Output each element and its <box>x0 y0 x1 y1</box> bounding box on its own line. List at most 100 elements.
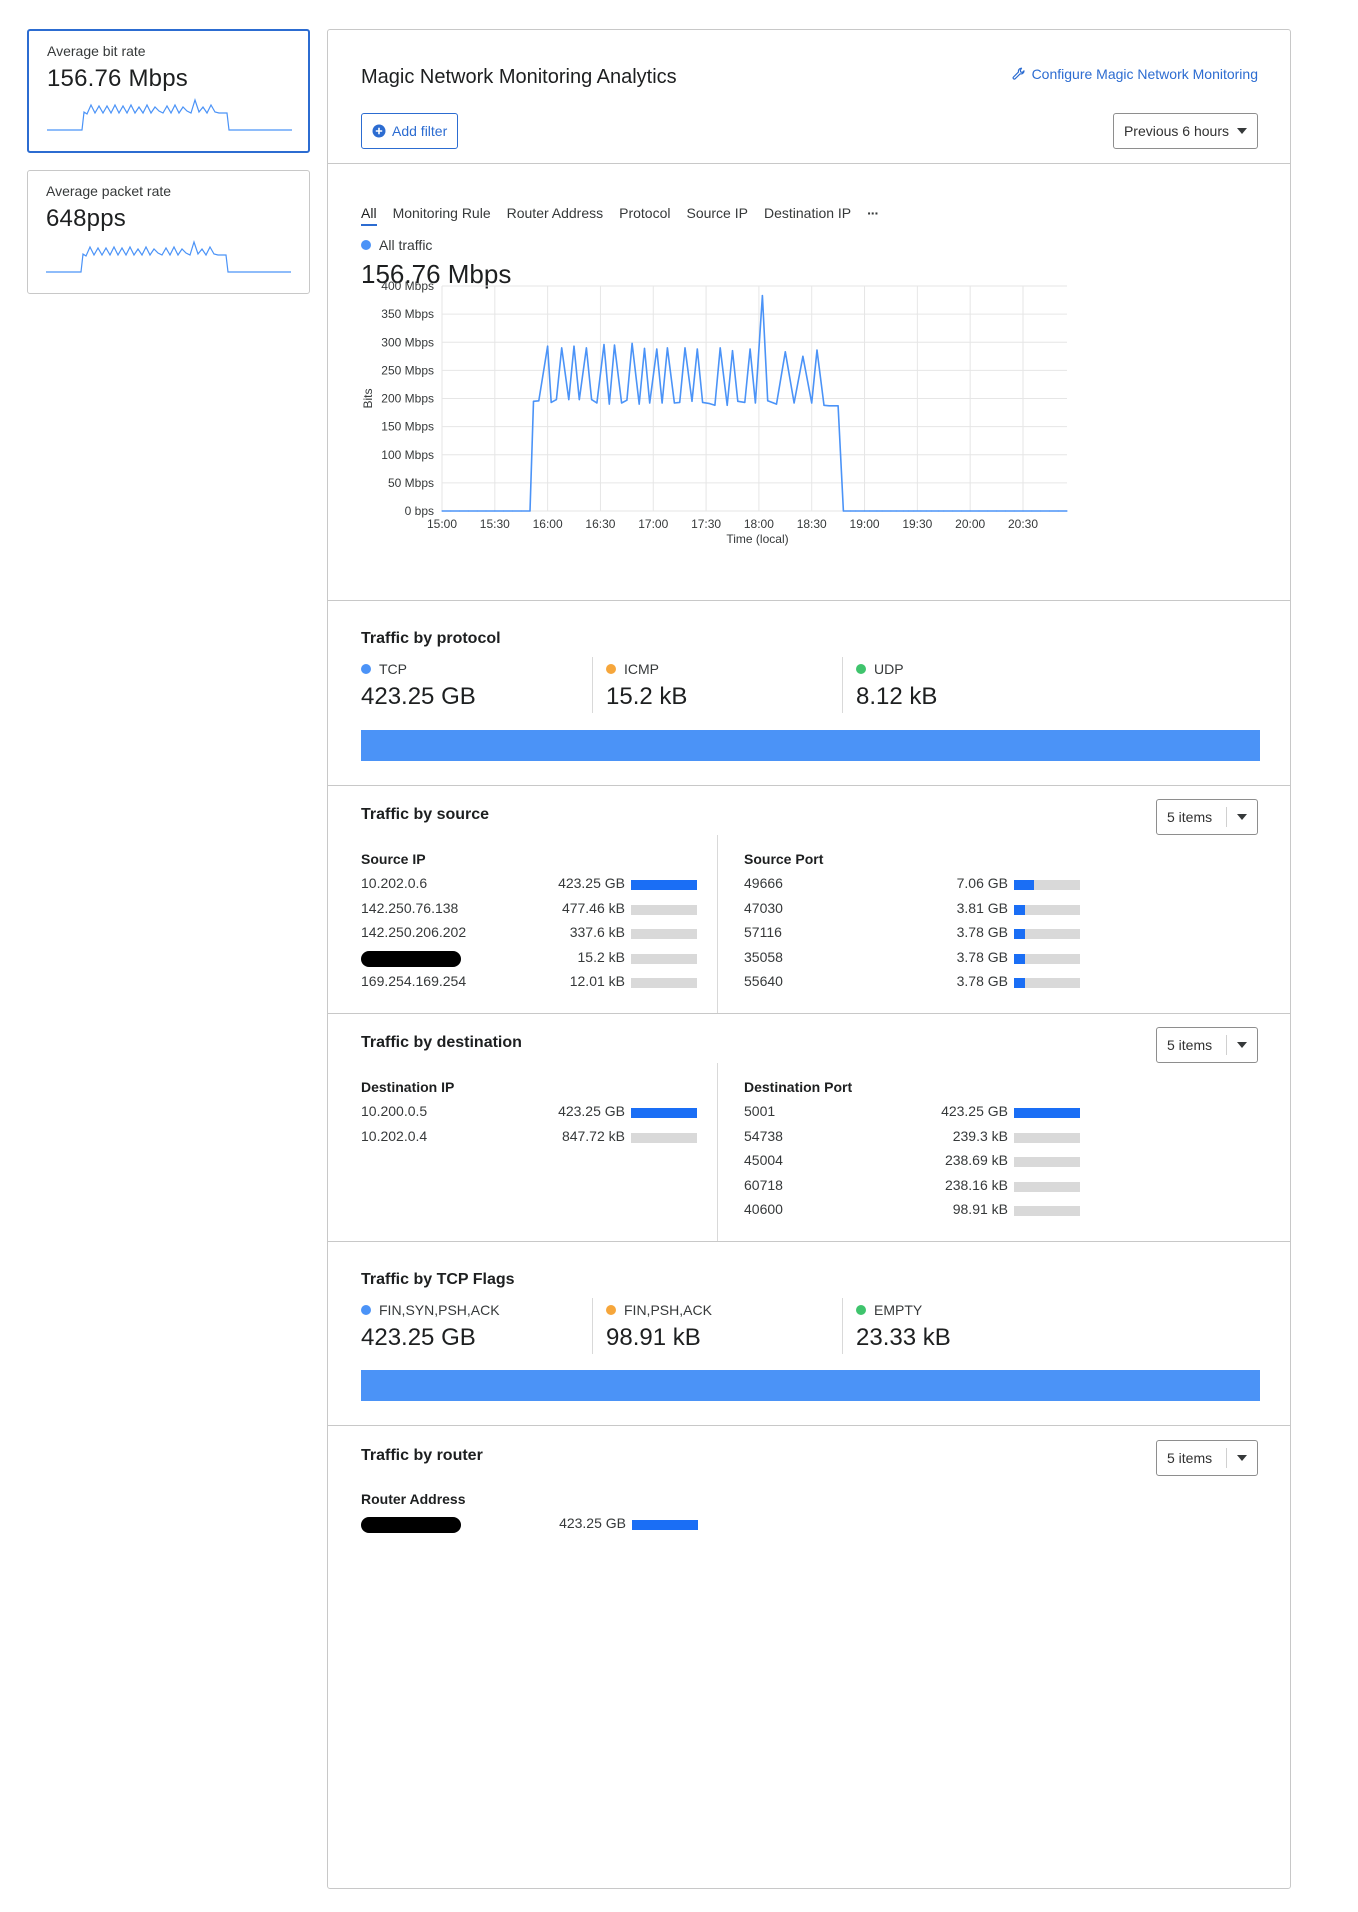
metric-value: 98.91 kB <box>606 1324 701 1351</box>
chevron-down-icon <box>1237 1042 1247 1048</box>
table-row: 49666 7.06 GB <box>744 875 1080 895</box>
row-value: 423.25 GB <box>941 1103 1008 1119</box>
protocol-tcp: TCP 423.25 GB <box>361 661 476 711</box>
share-bar-fill <box>1014 880 1034 890</box>
table-row: 15.2 kB <box>361 949 697 969</box>
items-select-value: 5 items <box>1167 809 1213 825</box>
destination-section-title: Traffic by destination <box>361 1034 522 1051</box>
data-point <box>876 510 878 512</box>
data-point <box>1048 510 1050 512</box>
stat-card-bit-rate[interactable]: Average bit rate 156.76 Mbps <box>27 29 310 153</box>
data-point <box>816 349 818 351</box>
row-name: 169.254.169.254 <box>361 973 467 990</box>
table-row: 10.202.0.6 423.25 GB <box>361 875 697 895</box>
row-value: 337.6 kB <box>569 924 625 941</box>
y-tick-label: 0 bps <box>405 504 434 518</box>
data-point <box>784 351 786 353</box>
data-point <box>494 510 496 512</box>
row-value: 423.25 GB <box>559 1515 626 1531</box>
y-axis-label: Bits <box>361 388 375 408</box>
data-point <box>476 510 478 512</box>
metric-label: FIN,PSH,ACK <box>624 1302 712 1318</box>
table-row: 57116 3.78 GB <box>744 924 1080 944</box>
data-point <box>920 510 922 512</box>
data-point <box>855 510 857 512</box>
data-point <box>895 510 897 512</box>
x-tick-label: 20:00 <box>955 517 985 531</box>
table-row: 35058 3.78 GB <box>744 949 1080 969</box>
legend-dot <box>856 664 866 674</box>
data-point <box>902 510 904 512</box>
x-tick-label: 19:30 <box>902 517 932 531</box>
source-section-title: Traffic by source <box>361 806 490 823</box>
destination-ip-header: Destination IP <box>361 1079 455 1095</box>
share-bar <box>631 929 697 940</box>
analytics-panel: Magic Network Monitoring Analytics Confi… <box>327 29 1291 1889</box>
row-value: 423.25 GB <box>558 875 625 891</box>
data-point <box>842 510 845 512</box>
data-point <box>828 405 830 407</box>
data-point <box>529 510 531 512</box>
data-point <box>881 510 883 512</box>
router-items-select[interactable]: 5 items <box>1156 1440 1258 1476</box>
data-point <box>621 402 623 404</box>
y-tick-label: 200 Mbps <box>381 392 434 406</box>
row-name: 142.250.76.138 <box>361 899 459 916</box>
data-point <box>952 510 954 512</box>
stat-value: 648pps <box>46 205 126 232</box>
divider <box>842 1298 843 1354</box>
data-point <box>943 510 945 512</box>
data-point <box>684 347 686 349</box>
destination-port-header: Destination Port <box>744 1079 853 1095</box>
y-tick-label: 400 Mbps <box>381 279 434 293</box>
data-point <box>603 343 605 346</box>
x-tick-label: 16:00 <box>533 517 563 531</box>
data-point <box>538 400 540 402</box>
protocol-share-bar <box>361 730 1260 761</box>
data-point <box>626 399 628 401</box>
source-items-select[interactable]: 5 items <box>1156 799 1258 835</box>
data-point <box>608 403 610 405</box>
stat-label: Average bit rate <box>47 43 146 59</box>
share-bar-fill <box>1014 953 1025 964</box>
share-bar <box>1014 953 1080 964</box>
data-point <box>1057 510 1059 512</box>
y-tick-label: 50 Mbps <box>388 476 434 490</box>
legend-dot <box>361 664 371 674</box>
data-point <box>1004 510 1007 512</box>
legend-dot <box>856 1305 866 1315</box>
data-point <box>987 510 989 512</box>
divider <box>328 1013 1290 1014</box>
row-value: 3.78 GB <box>956 948 1008 965</box>
data-point <box>960 510 963 512</box>
row-value: 7.06 GB <box>956 875 1008 891</box>
data-point <box>811 402 813 404</box>
stat-card-packet-rate[interactable]: Average packet rate 648pps <box>27 170 310 294</box>
row-name: 55640 <box>744 973 783 990</box>
data-point <box>1040 510 1042 512</box>
divider <box>1226 1035 1227 1055</box>
data-point <box>937 510 940 512</box>
share-bar <box>1014 1132 1080 1143</box>
data-point <box>661 402 663 404</box>
y-tick-label: 300 Mbps <box>381 335 434 349</box>
data-point <box>890 510 892 512</box>
destination-items-select[interactable]: 5 items <box>1156 1027 1258 1063</box>
data-point <box>761 295 763 297</box>
data-point <box>726 404 728 406</box>
share-bar <box>631 904 697 915</box>
share-bar <box>1014 929 1080 940</box>
legend-dot <box>361 1305 371 1315</box>
share-bar <box>1014 1181 1080 1192</box>
row-value: 3.81 GB <box>956 899 1008 916</box>
divider <box>592 1298 593 1354</box>
divider <box>1226 1448 1227 1468</box>
data-point <box>978 510 980 512</box>
share-bar <box>1014 904 1080 915</box>
x-tick-label: 15:00 <box>427 517 457 531</box>
row-value: 15.2 kB <box>577 948 625 965</box>
table-row: 169.254.169.254 12.01 kB <box>361 973 697 993</box>
divider <box>328 600 1290 601</box>
data-point <box>907 510 910 512</box>
metric-value: 23.33 kB <box>856 1324 951 1351</box>
